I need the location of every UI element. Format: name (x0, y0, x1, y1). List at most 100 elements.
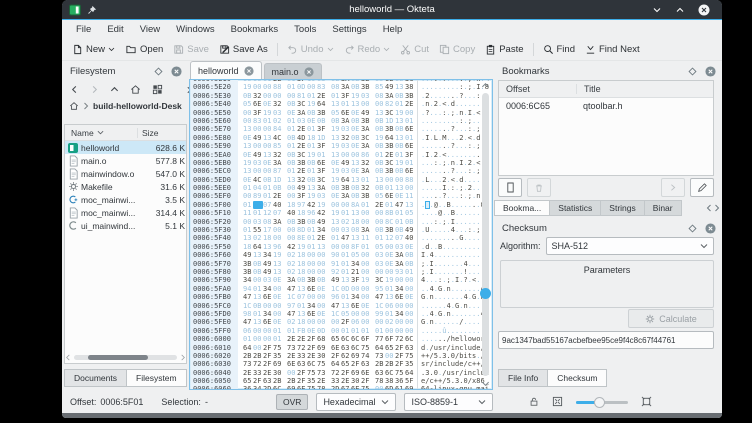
hex-byte[interactable]: 75 (395, 369, 405, 377)
hex-byte[interactable]: 00 (385, 352, 395, 360)
column-header-offset[interactable]: Offset (499, 84, 577, 94)
checksum-result-field[interactable]: 9ac1347bad55167acbefbee95ce9f4c8c67f4476… (498, 331, 714, 349)
hex-byte[interactable]: 2E (317, 92, 327, 100)
hex-byte[interactable]: 47 (287, 285, 297, 293)
hex-byte[interactable]: 01 (405, 117, 415, 125)
bookmark-row[interactable]: 0006:6C65qtoolbar.h (499, 98, 713, 113)
hex-byte[interactable]: 2F (253, 377, 263, 385)
hex-byte[interactable]: 0E (351, 125, 361, 133)
hex-byte[interactable]: 3F (297, 192, 307, 200)
hex-byte[interactable]: 00 (361, 310, 371, 318)
hex-byte[interactable]: 18 (351, 218, 361, 226)
hex-byte[interactable]: 64 (253, 243, 263, 251)
hex-byte[interactable]: 01 (385, 310, 395, 318)
hex-byte[interactable]: 88 (405, 176, 415, 184)
hex-byte[interactable]: 64 (341, 176, 351, 184)
hex-byte[interactable]: 90 (331, 251, 341, 259)
hex-byte[interactable]: 13 (341, 302, 351, 310)
hex-byte[interactable]: 00 (253, 327, 263, 335)
hex-byte[interactable]: 49 (243, 251, 253, 259)
hex-byte[interactable]: 00 (263, 83, 273, 91)
hex-byte[interactable]: 01 (361, 176, 371, 184)
hex-byte[interactable]: 3A (361, 125, 371, 133)
hex-byte[interactable]: 01 (307, 92, 317, 100)
hex-byte[interactable]: 0E (307, 117, 317, 125)
hex-row[interactable]: 0006:5E40056E0E320B3C1964130113000082012… (191, 100, 479, 108)
hex-byte[interactable]: 02 (341, 218, 351, 226)
hex-byte[interactable]: 2B (273, 377, 283, 385)
hex-byte[interactable]: 93 (395, 268, 405, 276)
file-row[interactable]: moc_mainwi...3.5 K (65, 193, 186, 206)
hex-byte[interactable]: 00 (263, 92, 273, 100)
hex-row[interactable]: 0006:5E600083010201030E0B0B3A0B3B0B1D130… (191, 117, 479, 125)
hex-byte[interactable]: 64 (317, 100, 327, 108)
hex-byte[interactable]: 6E (331, 344, 341, 352)
hex-byte[interactable]: 32 (273, 151, 283, 159)
menu-settings[interactable]: Settings (324, 23, 374, 36)
hex-byte[interactable]: 1C (331, 285, 341, 293)
hex-byte[interactable]: 0B (375, 125, 385, 133)
hex-row[interactable]: 0006:6050652F632B2B2F352E332E302F7838365… (191, 377, 479, 385)
hex-byte[interactable]: 00 (395, 327, 405, 335)
hex-byte[interactable]: 19 (361, 276, 371, 284)
tool-tab-bookma[interactable]: Bookma... (494, 200, 550, 216)
hex-byte[interactable]: 00 (273, 234, 283, 242)
hex-byte[interactable]: 2F (307, 344, 317, 352)
hex-byte[interactable]: 00 (263, 125, 273, 133)
hex-byte[interactable]: 01 (375, 151, 385, 159)
hex-byte[interactable]: 13 (243, 167, 253, 175)
hex-byte[interactable]: 0B (351, 117, 361, 125)
hex-byte[interactable]: 00 (361, 100, 371, 108)
hex-byte[interactable]: 01 (395, 218, 405, 226)
hex-byte[interactable]: 00 (331, 201, 341, 209)
hex-byte[interactable]: 2E (297, 125, 307, 133)
hex-byte[interactable]: 13 (395, 83, 405, 91)
hex-byte[interactable]: 2E (297, 167, 307, 175)
hex-byte[interactable]: 01 (395, 151, 405, 159)
hex-byte[interactable]: 06 (351, 318, 361, 326)
hex-byte[interactable]: 12 (263, 209, 273, 217)
hex-byte[interactable]: 01 (287, 125, 297, 133)
hex-byte[interactable]: 55 (253, 226, 263, 234)
hex-byte[interactable]: 6C (351, 344, 361, 352)
float-panel-icon[interactable] (688, 67, 697, 76)
hex-byte[interactable]: 00 (375, 209, 385, 217)
hex-byte[interactable]: 00 (263, 335, 273, 343)
close-panel-icon[interactable] (171, 66, 182, 77)
new-button[interactable]: New (67, 42, 120, 57)
hex-byte[interactable]: 13 (351, 234, 361, 242)
hex-byte[interactable]: 69 (351, 352, 361, 360)
hex-row[interactable]: 0006:5FB047136E0E1C0700009601340047136E0… (191, 293, 479, 301)
hex-byte[interactable]: 3B (361, 117, 371, 125)
hex-row[interactable]: 0006:5F00010B07401897421900008A012E01471… (191, 201, 479, 209)
hex-byte[interactable]: 00 (375, 100, 385, 108)
hex-byte[interactable]: 00 (405, 318, 415, 326)
hex-byte[interactable]: 13 (331, 100, 341, 108)
hex-byte[interactable]: 00 (263, 142, 273, 150)
goto-bookmark-button[interactable] (661, 178, 685, 197)
hex-byte[interactable]: 1C (331, 310, 341, 318)
rename-bookmark-button[interactable] (690, 178, 714, 197)
hex-byte[interactable]: 00 (351, 285, 361, 293)
home-breadcrumb-icon[interactable] (69, 101, 79, 111)
hex-byte[interactable]: 13 (307, 184, 317, 192)
hex-byte[interactable]: 42 (287, 243, 297, 251)
hex-byte[interactable]: 6E (307, 285, 317, 293)
minimize-icon[interactable] (652, 5, 662, 15)
hex-byte[interactable]: 00 (253, 83, 263, 91)
hex-byte[interactable]: 2E (405, 100, 415, 108)
hex-byte[interactable]: 0B (395, 142, 405, 150)
menu-windows[interactable]: Windows (168, 23, 223, 36)
create-bookmark-button[interactable] (498, 178, 522, 197)
hex-byte[interactable]: 01 (385, 201, 395, 209)
tool-tab-binar[interactable]: Binar (644, 200, 682, 216)
hex-byte[interactable]: 0E (263, 100, 273, 108)
pin-icon[interactable] (87, 5, 97, 15)
hex-byte[interactable]: 33 (253, 369, 263, 377)
hex-byte[interactable]: 03 (375, 251, 385, 259)
hex-byte[interactable]: 72 (297, 344, 307, 352)
hex-byte[interactable]: 49 (253, 151, 263, 159)
hex-byte[interactable]: 01 (341, 260, 351, 268)
hex-byte[interactable]: 00 (317, 302, 327, 310)
hex-byte[interactable]: 19 (307, 192, 317, 200)
